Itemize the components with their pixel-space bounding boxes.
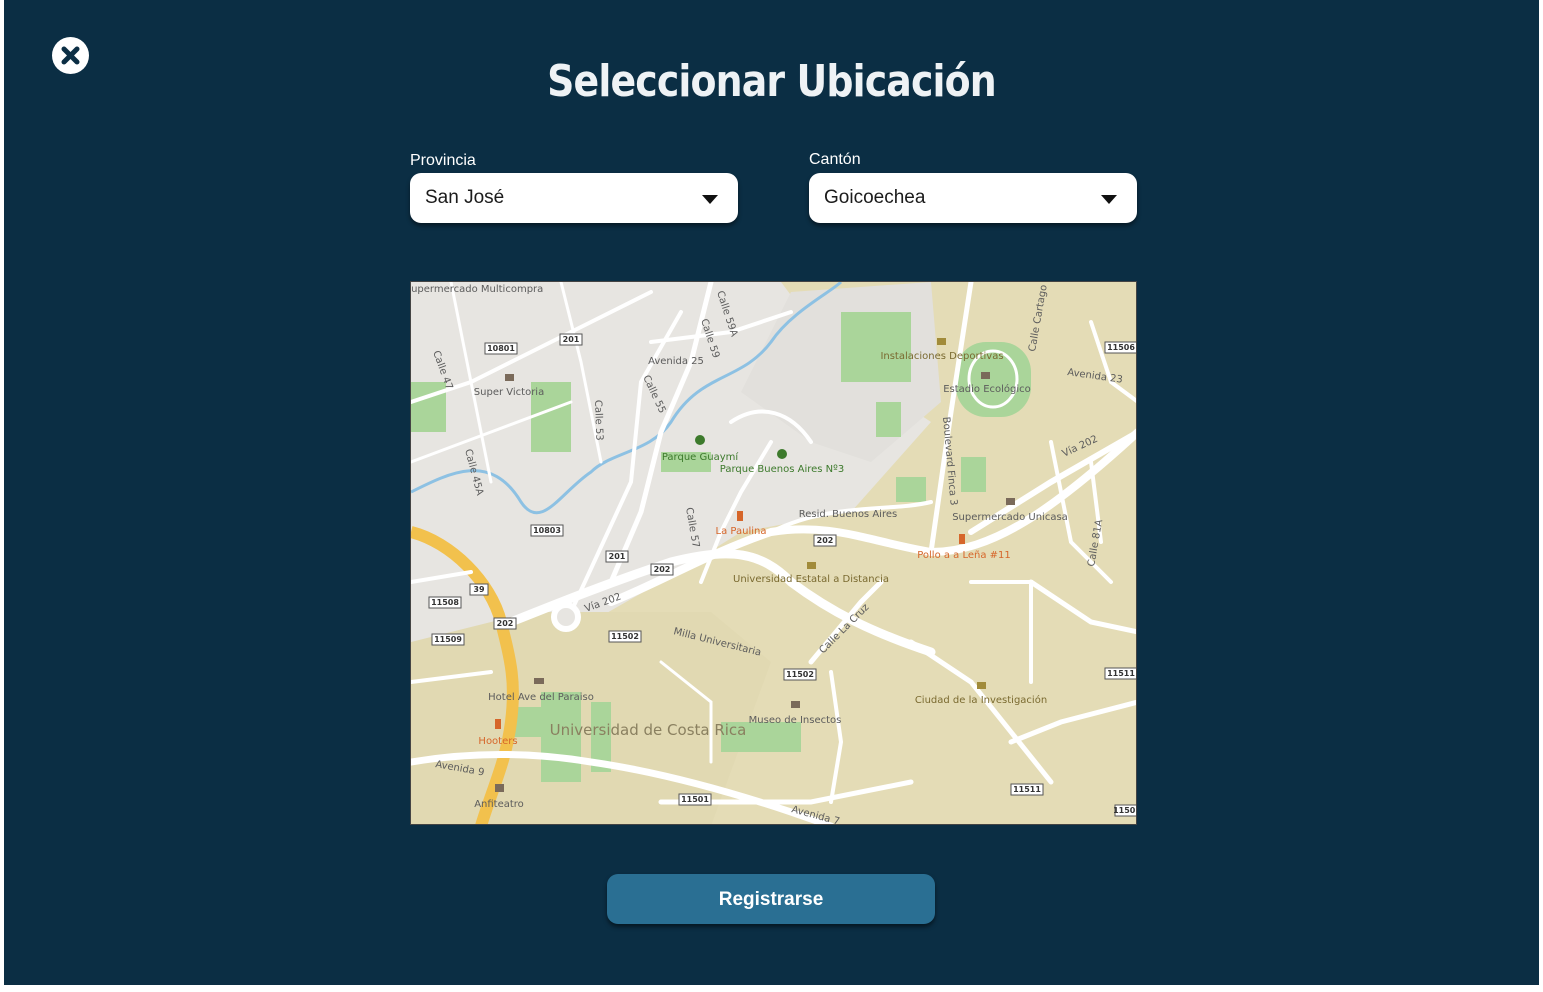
- svg-text:11508: 11508: [431, 598, 459, 607]
- park-area: [961, 457, 986, 492]
- label-super-victoria: Super Victoria: [474, 387, 544, 398]
- label-calle-53: Calle 53: [592, 400, 604, 441]
- route-shield: 201: [605, 550, 629, 563]
- provincia-label: Provincia: [410, 152, 476, 169]
- label-hooters: Hooters: [478, 736, 517, 747]
- route-shield: 11509: [431, 633, 465, 646]
- route-shield: 202: [650, 563, 674, 576]
- route-shield: 10801: [484, 342, 518, 355]
- canton-select[interactable]: Goicoechea: [809, 173, 1137, 223]
- route-shield: 11505: [1113, 804, 1137, 817]
- provincia-value: San José: [425, 187, 505, 208]
- route-shield: 202: [493, 617, 517, 630]
- route-shield: 11508: [428, 596, 462, 609]
- svg-text:11511: 11511: [1013, 785, 1041, 794]
- label-calle-57: Calle 57: [683, 507, 701, 549]
- route-shield: 11501: [678, 793, 712, 806]
- route-shield: 11502: [608, 630, 642, 643]
- hotel-icon: [534, 678, 544, 684]
- roundabout: [551, 602, 581, 632]
- svg-text:11506: 11506: [1107, 343, 1135, 352]
- label-supermercado-unicasa: Supermercado Unicasa: [952, 512, 1068, 523]
- label-supermercado-multicompra: Supermercado Multicompra: [411, 284, 543, 295]
- svg-text:11502: 11502: [611, 632, 639, 641]
- park-area: [876, 402, 901, 437]
- svg-text:11505: 11505: [1113, 806, 1137, 815]
- register-button[interactable]: Registrarse: [607, 874, 935, 924]
- close-circle-icon: [61, 46, 80, 65]
- close-button[interactable]: [52, 37, 89, 74]
- restaurant-icon: [737, 511, 743, 521]
- label-instalaciones-deportivas: Instalaciones Deportivas: [880, 351, 1003, 362]
- label-calle-59a: Calle 59A: [714, 290, 739, 339]
- page-title: Seleccionar Ubicación: [547, 56, 997, 107]
- route-shield: 11506: [1104, 341, 1136, 354]
- canton-value: Goicoechea: [824, 187, 926, 208]
- stadium-icon: [981, 372, 990, 379]
- label-calle-59: Calle 59: [698, 318, 721, 360]
- park-area: [841, 312, 911, 382]
- route-shield: 201: [559, 333, 583, 346]
- park-area: [896, 477, 926, 502]
- shopping-cart-icon: [1006, 498, 1015, 505]
- svg-text:202: 202: [497, 619, 514, 628]
- svg-text:39: 39: [473, 585, 485, 594]
- route-shield: 39: [469, 583, 489, 596]
- label-anfiteatro: Anfiteatro: [474, 799, 524, 810]
- label-universidad-costa-rica: Universidad de Costa Rica: [550, 721, 747, 739]
- label-universidad-estatal: Universidad Estatal a Distancia: [733, 574, 889, 585]
- caret-down-icon: [1101, 195, 1117, 204]
- svg-text:11501: 11501: [681, 795, 709, 804]
- svg-text:10803: 10803: [533, 526, 561, 535]
- svg-text:11502: 11502: [786, 670, 814, 679]
- label-estadio-ecologico: Estadio Ecológico: [943, 383, 1031, 395]
- label-parque-guaymi: Parque Guaymí: [662, 451, 740, 463]
- svg-text:201: 201: [609, 552, 626, 561]
- svg-text:10801: 10801: [487, 344, 515, 353]
- provincia-select[interactable]: San José: [410, 173, 738, 223]
- park-icon: [695, 435, 705, 445]
- restaurant-icon: [959, 534, 965, 544]
- route-shield: 11511: [1010, 783, 1044, 796]
- svg-text:11511: 11511: [1107, 669, 1135, 678]
- label-museo-de-insectos: Museo de Insectos: [749, 715, 842, 726]
- route-shield: 11511: [1104, 667, 1136, 680]
- label-ciudad-investigacion: Ciudad de la Investigación: [915, 694, 1047, 706]
- route-shield: 202: [813, 534, 837, 547]
- restaurant-icon: [495, 719, 501, 729]
- route-shield: 11502: [783, 668, 817, 681]
- label-parque-buenos-aires: Parque Buenos Aires Nº3: [720, 464, 844, 475]
- label-pollo-a-la-lena: Pollo a a Leña #11: [917, 550, 1011, 561]
- route-shield: 10803: [530, 524, 564, 537]
- svg-text:11509: 11509: [434, 635, 462, 644]
- map-canvas: 201 10801 10803 201 202 202 202 39 11508…: [411, 282, 1137, 824]
- school-icon: [807, 562, 816, 569]
- park-area: [411, 382, 446, 432]
- label-avenida-25: Avenida 25: [648, 356, 704, 367]
- canton-label: Cantón: [809, 151, 861, 168]
- svg-text:201: 201: [563, 335, 580, 344]
- museum-icon: [791, 701, 800, 708]
- park-icon: [777, 449, 787, 459]
- location-map[interactable]: 201 10801 10803 201 202 202 202 39 11508…: [410, 281, 1137, 825]
- school-icon: [937, 338, 946, 345]
- school-icon: [977, 682, 986, 689]
- label-hotel-ave-del-paraiso: Hotel Ave del Paraiso: [488, 692, 594, 703]
- label-la-paulina: La Paulina: [716, 526, 767, 537]
- shopping-cart-icon: [505, 374, 514, 381]
- label-resid-buenos-aires: Resid. Buenos Aires: [799, 509, 897, 520]
- theater-icon: [495, 784, 504, 792]
- caret-down-icon: [702, 195, 718, 204]
- svg-text:202: 202: [817, 536, 834, 545]
- svg-text:202: 202: [654, 565, 671, 574]
- label-calle-55: Calle 55: [640, 374, 667, 416]
